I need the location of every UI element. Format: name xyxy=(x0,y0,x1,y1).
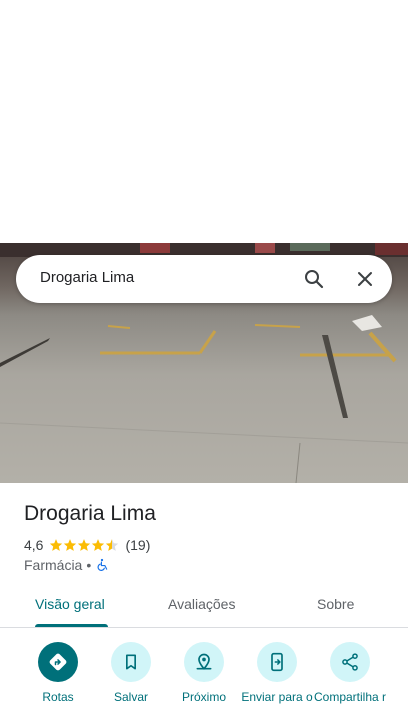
share-label: Compartilha r xyxy=(313,690,387,704)
directions-circle[interactable] xyxy=(38,642,78,682)
save-circle[interactable] xyxy=(111,642,151,682)
send-to-phone-button[interactable]: Enviar para o xyxy=(237,642,317,704)
save-button[interactable]: Salvar xyxy=(91,642,171,704)
star-icon xyxy=(92,539,105,551)
tab-reviews[interactable]: Avaliações xyxy=(168,596,235,612)
share-circle[interactable] xyxy=(330,642,370,682)
place-title: Drogaria Lima xyxy=(24,502,156,525)
nearby-circle[interactable] xyxy=(184,642,224,682)
tab-bar: Visão geral Avaliações Sobre xyxy=(0,586,408,628)
place-category: Farmácia xyxy=(24,557,83,573)
directions-icon xyxy=(49,653,67,671)
nearby-label: Próximo xyxy=(181,690,226,704)
star-icon xyxy=(64,539,77,551)
save-label: Salvar xyxy=(113,690,148,704)
star-rating xyxy=(49,538,119,552)
star-icon xyxy=(78,539,91,551)
share-button[interactable]: Compartilha r xyxy=(310,642,390,704)
bookmark-icon xyxy=(126,654,136,670)
search-icon[interactable] xyxy=(302,267,326,291)
directions-button[interactable]: Rotas xyxy=(18,642,98,704)
nearby-button[interactable]: Próximo xyxy=(164,642,244,704)
close-icon[interactable] xyxy=(353,267,377,291)
rating-row[interactable]: 4,6 (19) xyxy=(24,536,150,554)
share-icon xyxy=(342,653,358,671)
star-icon xyxy=(50,539,63,551)
send-label: Enviar para o xyxy=(241,690,313,704)
half-star-icon xyxy=(106,539,119,551)
wheelchair-icon xyxy=(97,558,108,571)
rating-value: 4,6 xyxy=(24,537,44,553)
separator-dot: • xyxy=(86,557,92,573)
search-bar[interactable]: Drogaria Lima xyxy=(16,255,392,303)
active-tab-indicator xyxy=(35,624,108,627)
directions-label: Rotas xyxy=(42,690,74,704)
category-row: Farmácia • xyxy=(24,556,109,574)
nearby-icon xyxy=(196,653,212,670)
send-to-phone-icon xyxy=(271,652,283,672)
search-input[interactable]: Drogaria Lima xyxy=(40,269,134,286)
map-blank-area xyxy=(0,0,408,243)
send-circle[interactable] xyxy=(257,642,297,682)
review-count[interactable]: (19) xyxy=(125,537,150,553)
tab-about[interactable]: Sobre xyxy=(317,596,354,612)
tab-overview[interactable]: Visão geral xyxy=(35,596,105,612)
